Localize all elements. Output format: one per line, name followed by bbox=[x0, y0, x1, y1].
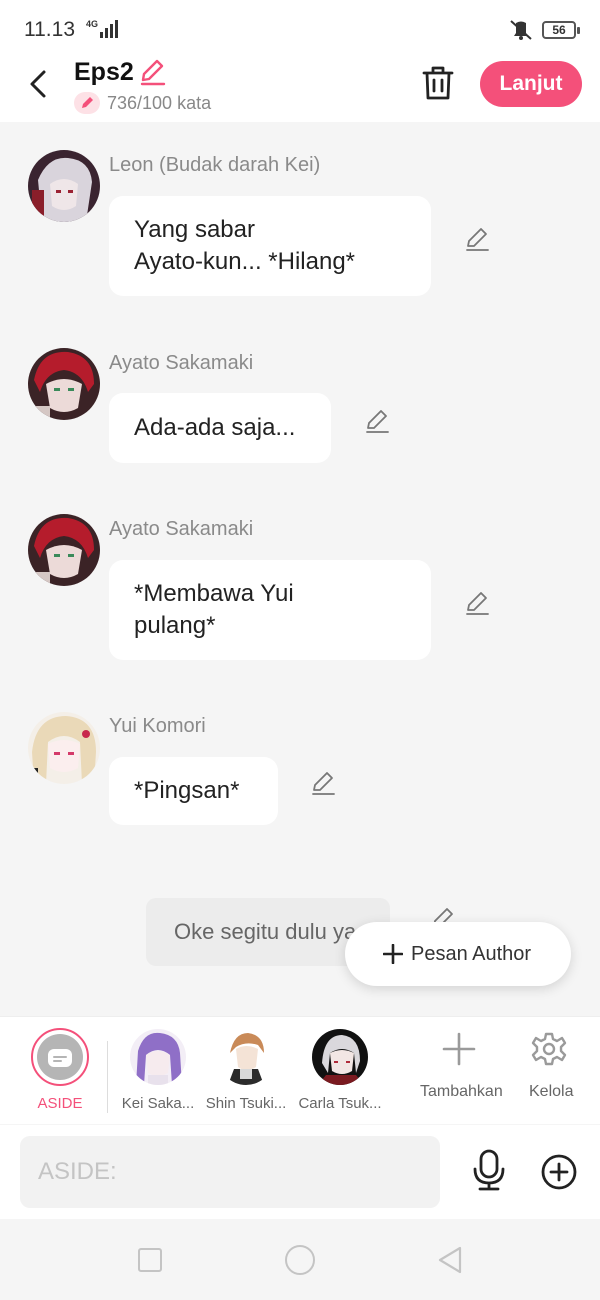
plus-icon bbox=[442, 1032, 476, 1066]
message-bubble[interactable]: *Membawa Yui pulang* bbox=[109, 560, 431, 660]
avatar[interactable] bbox=[28, 514, 100, 586]
message-input-bar bbox=[0, 1125, 600, 1219]
sender-name: Ayato Sakamaki bbox=[109, 352, 254, 374]
aside-avatar bbox=[31, 1028, 89, 1086]
network-type: 4G bbox=[86, 19, 98, 29]
episode-title: Eps2 bbox=[74, 58, 134, 86]
sender-name: Ayato Sakamaki bbox=[109, 518, 254, 540]
character-selector: ASIDE Kei Saka... Shin Tsuki... Carla Ts… bbox=[0, 1016, 600, 1124]
avatar bbox=[312, 1029, 368, 1085]
word-count: 736/100 kata bbox=[107, 93, 212, 113]
add-author-message-button[interactable]: Pesan Author bbox=[345, 922, 571, 986]
system-navigation-bar bbox=[0, 1219, 600, 1300]
sender-name: Leon (Budak darah Kei) bbox=[109, 154, 321, 176]
character-aside[interactable]: ASIDE bbox=[15, 1017, 105, 1125]
microphone-icon[interactable] bbox=[470, 1149, 508, 1191]
character-shin[interactable]: Shin Tsuki... bbox=[201, 1017, 291, 1125]
character-label: Kei Saka... bbox=[121, 1095, 195, 1112]
add-character-button[interactable]: Tambahkan bbox=[414, 1017, 504, 1125]
message-bubble[interactable]: Ada-ada saja... bbox=[109, 393, 331, 463]
status-time: 11.13 bbox=[24, 18, 75, 41]
word-count-pencil-icon bbox=[74, 92, 100, 114]
avatar[interactable] bbox=[28, 348, 100, 420]
edit-icon[interactable] bbox=[364, 408, 390, 434]
vibrate-off-icon bbox=[510, 20, 532, 40]
character-label: Carla Tsuk... bbox=[298, 1095, 382, 1112]
add-author-message-label: Pesan Author bbox=[411, 943, 532, 965]
gear-icon bbox=[531, 1032, 567, 1066]
edit-icon[interactable] bbox=[464, 590, 490, 616]
avatar[interactable] bbox=[28, 150, 100, 222]
plus-icon bbox=[383, 944, 403, 964]
back-arrow-icon[interactable] bbox=[20, 64, 56, 104]
message-input[interactable] bbox=[20, 1136, 440, 1208]
message-text-line: Ada-ada saja... bbox=[134, 414, 296, 441]
message-text-line: Ayato-kun... *Hilang* bbox=[134, 248, 356, 275]
home-button[interactable] bbox=[285, 1245, 315, 1275]
plus-circle-icon[interactable] bbox=[540, 1153, 578, 1191]
nav-back-icon[interactable] bbox=[436, 1245, 464, 1275]
divider bbox=[107, 1041, 108, 1113]
character-label: Shin Tsuki... bbox=[205, 1095, 287, 1112]
edit-icon[interactable] bbox=[310, 770, 336, 796]
signal-icon: 4G bbox=[86, 19, 118, 38]
avatar[interactable] bbox=[28, 712, 100, 784]
editor-header: Eps2 736/100 kata Lanjut bbox=[0, 58, 600, 122]
recent-apps-button[interactable] bbox=[138, 1248, 162, 1272]
sender-name: Yui Komori bbox=[109, 715, 206, 737]
trash-icon[interactable] bbox=[420, 64, 456, 102]
avatar bbox=[218, 1029, 274, 1085]
character-carla[interactable]: Carla Tsuk... bbox=[295, 1017, 385, 1125]
message-text-line: pulang* bbox=[134, 612, 216, 639]
message-text-line: Yang sabar bbox=[134, 216, 255, 243]
character-kei[interactable]: Kei Saka... bbox=[113, 1017, 203, 1125]
message-bubble[interactable]: *Pingsan* bbox=[109, 757, 278, 825]
manage-characters-button[interactable]: Kelola bbox=[514, 1017, 584, 1125]
character-label: ASIDE bbox=[37, 1095, 83, 1112]
message-text-line: *Membawa Yui bbox=[134, 580, 294, 607]
status-bar: 11.13 4G 56 bbox=[0, 0, 600, 58]
message-bubble[interactable]: Yang sabar Ayato-kun... *Hilang* bbox=[109, 196, 431, 296]
add-character-label: Tambahkan bbox=[420, 1083, 503, 1100]
next-button[interactable]: Lanjut bbox=[480, 61, 582, 107]
message-text-line: *Pingsan* bbox=[134, 777, 240, 804]
pencil-icon[interactable] bbox=[138, 58, 166, 86]
battery-indicator: 56 bbox=[542, 21, 580, 39]
manage-characters-label: Kelola bbox=[529, 1083, 574, 1100]
avatar bbox=[130, 1029, 186, 1085]
edit-icon[interactable] bbox=[464, 226, 490, 252]
chat-bubble-icon bbox=[48, 1049, 72, 1067]
